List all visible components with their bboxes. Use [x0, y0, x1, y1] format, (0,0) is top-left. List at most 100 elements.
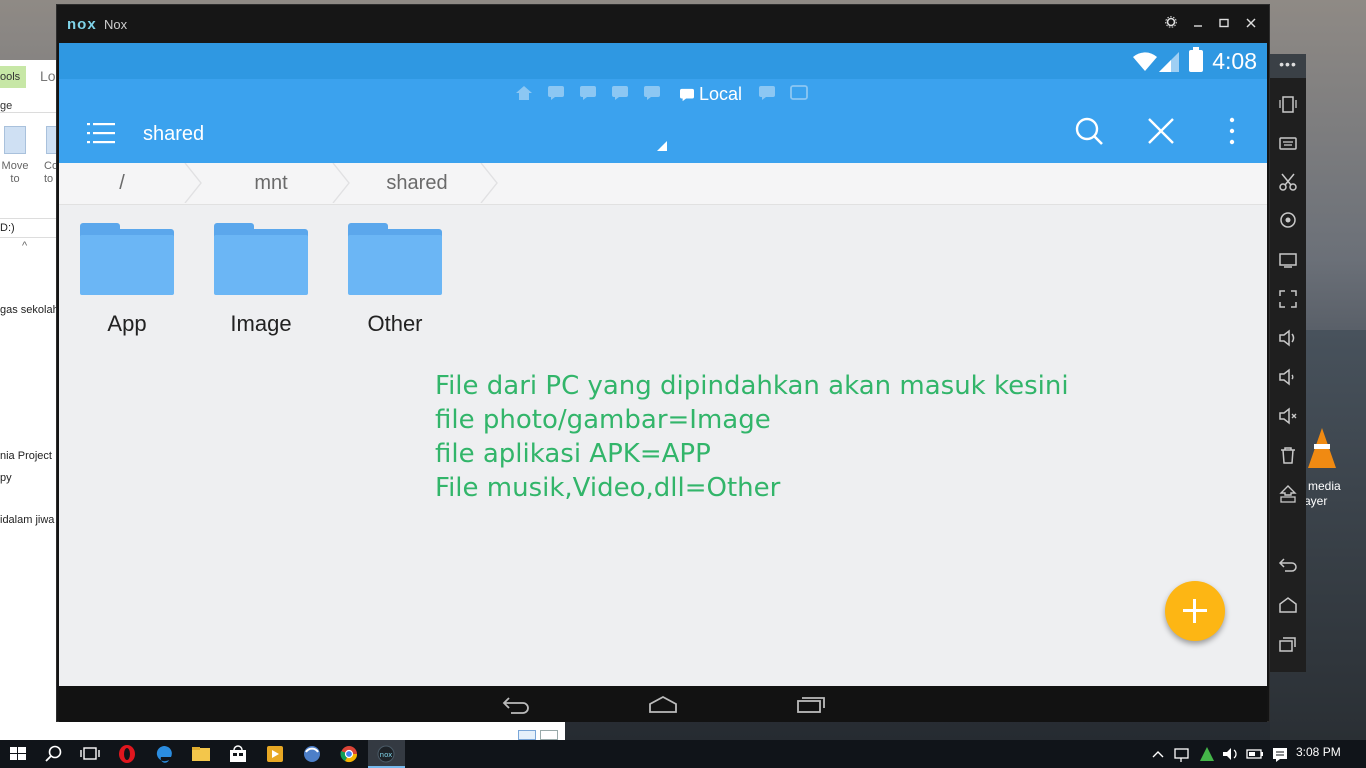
back-icon[interactable]	[501, 694, 531, 714]
plus-icon-vertical	[1193, 599, 1196, 623]
taskbar-clock[interactable]: 3:08 PM	[1296, 745, 1341, 759]
screen-icon[interactable]	[1278, 250, 1298, 270]
move-to-icon[interactable]	[4, 126, 26, 154]
hamburger-menu-icon[interactable]	[87, 121, 115, 145]
windows-start-icon[interactable]	[7, 743, 29, 765]
folder-name: Other	[367, 311, 423, 336]
more-options-button[interactable]: •••	[1270, 54, 1306, 78]
chevron-right-icon	[480, 163, 498, 203]
recent-apps-icon[interactable]	[1278, 634, 1298, 654]
address-bar[interactable]: D:)	[0, 218, 57, 238]
nox-taskbar-button[interactable]: nox	[368, 740, 405, 768]
chevron-up-icon[interactable]	[1150, 743, 1166, 765]
ribbon-divider	[0, 112, 57, 113]
annotation-line: file aplikasi APK=APP	[435, 439, 711, 469]
window-tab-icon[interactable]	[611, 85, 629, 101]
fullscreen-icon[interactable]	[1278, 289, 1298, 309]
details-view-icon[interactable]	[518, 730, 536, 740]
window-tab-icon[interactable]	[790, 85, 808, 101]
add-button[interactable]	[1165, 581, 1225, 641]
chevron-right-icon	[184, 163, 202, 203]
volume-icon[interactable]	[1221, 743, 1241, 765]
browser-icon[interactable]	[301, 743, 323, 765]
apk-install-icon[interactable]	[1278, 484, 1298, 504]
search-icon[interactable]	[1074, 116, 1104, 146]
ribbon-tab-manage[interactable]: ge	[0, 100, 12, 112]
chevron-up-icon[interactable]: ^	[22, 240, 27, 252]
android-screen: 4:08 Local shared / mnt shared App Image…	[59, 43, 1267, 686]
shake-icon[interactable]	[1278, 94, 1298, 114]
vlc-desktop-shortcut[interactable]: media ayer	[1302, 428, 1366, 508]
breadcrumb-shared[interactable]: shared	[373, 163, 461, 203]
home-icon[interactable]	[1278, 595, 1298, 615]
folder-icon-body	[80, 235, 174, 295]
window-tab-icon[interactable]	[643, 85, 661, 101]
mute-icon[interactable]	[1278, 406, 1298, 426]
window-tab-icon[interactable]	[758, 85, 776, 101]
trash-icon[interactable]	[1278, 445, 1298, 465]
breadcrumb-mnt[interactable]: mnt	[229, 163, 313, 203]
annotation-line: File dari PC yang dipindahkan akan masuk…	[435, 371, 1069, 401]
selection-corner-indicator	[657, 141, 667, 151]
folder-other[interactable]: Other	[345, 223, 445, 343]
folder-app[interactable]: App	[77, 223, 177, 343]
location-icon[interactable]	[1278, 211, 1298, 231]
move-to-label-line2: to	[10, 173, 20, 185]
maximize-icon[interactable]	[1214, 14, 1234, 34]
back-icon[interactable]	[1278, 555, 1298, 575]
notifications-icon[interactable]	[1270, 743, 1290, 765]
file-explorer-icon[interactable]	[190, 743, 212, 765]
ribbon-tab-tools[interactable]: ools	[0, 66, 26, 88]
list-item[interactable]: py	[0, 472, 12, 484]
keyboard-icon[interactable]	[1278, 133, 1298, 153]
current-folder-title: shared	[143, 123, 205, 145]
android-status-bar: 4:08	[59, 43, 1267, 79]
large-icons-view-icon[interactable]	[540, 730, 558, 740]
home-icon[interactable]	[648, 694, 678, 714]
status-clock: 4:08	[1212, 48, 1257, 74]
wifi-icon	[1133, 52, 1157, 71]
battery-icon[interactable]	[1245, 743, 1265, 765]
list-item[interactable]: idalam jiwa	[0, 514, 54, 526]
chevron-right-icon	[332, 163, 350, 203]
home-icon[interactable]	[515, 85, 533, 101]
close-icon[interactable]	[1241, 14, 1261, 34]
search-icon[interactable]	[43, 743, 65, 765]
move-to-label: Move to	[0, 160, 30, 186]
minimize-icon[interactable]	[1188, 14, 1208, 34]
edge-icon[interactable]	[153, 743, 175, 765]
annotation-line: file photo/gambar=Image	[435, 405, 771, 435]
more-vert-icon[interactable]	[1217, 116, 1247, 146]
tab-local[interactable]: Local	[699, 84, 742, 105]
nvidia-icon[interactable]	[1197, 743, 1217, 765]
app-toolbar: Local shared	[59, 79, 1267, 163]
folder-icon-body	[348, 235, 442, 295]
volume-up-icon[interactable]	[1278, 328, 1298, 348]
chrome-icon[interactable]	[338, 743, 360, 765]
recent-apps-icon[interactable]	[796, 694, 826, 714]
window-tab-icon[interactable]	[547, 85, 565, 101]
volume-down-icon[interactable]	[1278, 367, 1298, 387]
close-icon[interactable]	[1146, 116, 1176, 146]
gear-icon[interactable]	[1161, 14, 1181, 34]
scissors-icon[interactable]	[1278, 172, 1298, 192]
svg-text:nox: nox	[380, 751, 393, 759]
signal-icon	[1159, 52, 1179, 72]
folder-image[interactable]: Image	[211, 223, 311, 343]
move-to-label-line1: Move	[1, 160, 29, 172]
media-player-icon[interactable]	[264, 743, 286, 765]
ribbon-tab-local[interactable]: Lo	[40, 68, 56, 84]
list-item[interactable]: gas sekolah	[0, 304, 57, 316]
task-view-icon[interactable]	[79, 743, 101, 765]
window-tab-icon[interactable]	[579, 85, 597, 101]
nox-side-toolbar: •••	[1270, 54, 1306, 672]
breadcrumb-root[interactable]: /	[89, 163, 155, 203]
list-item[interactable]: nia Project	[0, 450, 52, 462]
nox-title-bar[interactable]: nox Nox	[57, 5, 1269, 43]
store-icon[interactable]	[227, 743, 249, 765]
window-title: Nox	[104, 17, 128, 32]
vlc-icon-stripe	[1314, 444, 1330, 449]
nox-emulator-window: nox Nox 4:08 Local shared / mnt shared A…	[56, 4, 1270, 722]
network-icon[interactable]	[1172, 743, 1192, 765]
opera-icon[interactable]	[116, 743, 138, 765]
